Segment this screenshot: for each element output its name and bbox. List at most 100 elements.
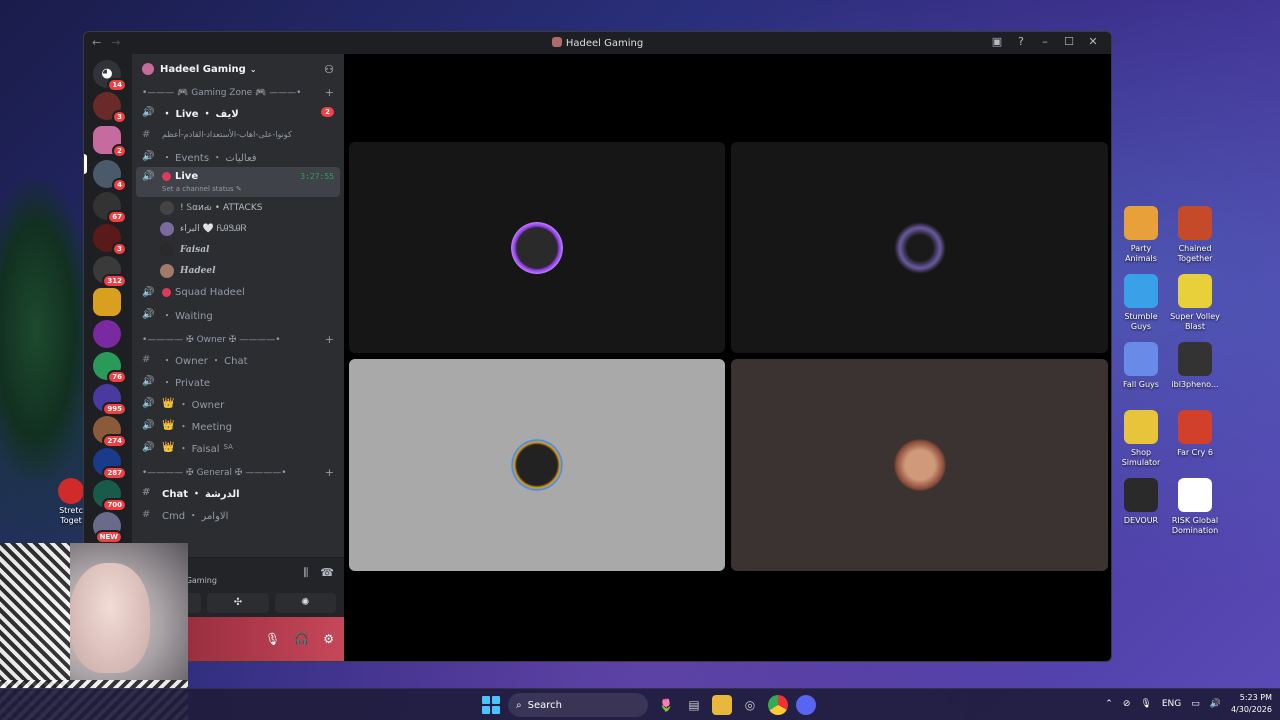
- desktop-icon[interactable]: Fall Guys: [1116, 342, 1166, 404]
- participant-tile[interactable]: [349, 359, 725, 571]
- maximize-button[interactable]: ☐: [1057, 35, 1081, 48]
- server-icon-11[interactable]: 274: [93, 416, 127, 448]
- widgets-icon[interactable]: 🌷: [656, 695, 676, 715]
- server-icon-4[interactable]: 67: [93, 192, 127, 224]
- channel-events[interactable]: 🔊 ・ Events ・ فعاليات: [136, 145, 340, 167]
- participant-avatar: [893, 221, 946, 274]
- channel-waiting[interactable]: 🔊 ・ Waiting: [136, 303, 340, 325]
- channel-status[interactable]: Set a channel status ✎: [142, 185, 334, 193]
- selected-pill: [84, 154, 87, 174]
- desktop-icon-stretch[interactable]: Stretc Toget: [56, 478, 86, 526]
- date-text: 4/30/2026: [1230, 705, 1272, 714]
- channel-owner-chat[interactable]: # ・ Owner ・ Chat: [136, 348, 340, 370]
- search-icon: ⌕: [516, 699, 522, 711]
- noise-suppression-icon[interactable]: ⫼: [303, 566, 308, 580]
- channel-name: ・ Live ・ لايف: [162, 108, 239, 120]
- server-icon-12[interactable]: 287: [93, 448, 127, 480]
- taskbar-search[interactable]: ⌕ Search: [508, 693, 648, 717]
- channel-squad[interactable]: 🔊 Squad Hadeel: [136, 281, 340, 303]
- app-icon: [1178, 410, 1212, 444]
- display-icon[interactable]: ▭: [1191, 699, 1200, 709]
- add-channel-icon[interactable]: +: [325, 333, 334, 346]
- channel-private[interactable]: 🔊 ・ Private: [136, 370, 340, 392]
- voice-user[interactable]: Hadeel: [132, 260, 344, 281]
- participant-tile[interactable]: [731, 142, 1108, 353]
- headphones-icon[interactable]: 🎧: [294, 632, 309, 646]
- file-explorer-icon[interactable]: [712, 695, 732, 715]
- voice-user[interactable]: البراء 🤍 ᏲᎯᏕᎯᏒ: [132, 218, 344, 239]
- soundboard-icon[interactable]: ✺: [274, 593, 336, 613]
- activities-icon[interactable]: ✣: [207, 593, 269, 613]
- channel-live-voice[interactable]: 🔊 Live 3:27:55 Set a channel status ✎: [136, 167, 340, 197]
- desktop-icon[interactable]: RISK Global Domination: [1170, 478, 1220, 540]
- add-channel-icon[interactable]: +: [325, 86, 334, 99]
- call-timer: 3:27:55: [300, 171, 334, 181]
- add-channel-icon[interactable]: +: [325, 466, 334, 479]
- server-icon-1[interactable]: 3: [93, 92, 127, 124]
- microphone-tray-icon[interactable]: 🎙: [1140, 699, 1151, 709]
- language-indicator[interactable]: ENG: [1162, 699, 1181, 709]
- desktop-icon[interactable]: Chained Together: [1170, 206, 1220, 268]
- microphone-icon[interactable]: 🎙: [265, 632, 280, 646]
- unread-badge: 67: [107, 210, 127, 224]
- category-gaming-zone[interactable]: •——— 🎮 Gaming Zone 🎮 ———• +: [132, 84, 344, 101]
- unread-badge: 14: [107, 78, 127, 92]
- channel-name: ・ Meeting: [178, 421, 232, 433]
- voice-user[interactable]: Faisal: [132, 239, 344, 260]
- channel-owner-voice[interactable]: 🔊 👑 ・ Owner: [136, 392, 340, 414]
- channel-cmd[interactable]: # Cmd ・ الاوامر: [136, 503, 340, 525]
- category-owner[interactable]: •———— ✠ Owner ✠ ————• +: [132, 331, 344, 348]
- speaker-icon: 🔊: [142, 106, 155, 118]
- server-icon-14[interactable]: NEW: [93, 512, 123, 544]
- windows-start-icon[interactable]: [482, 696, 500, 714]
- server-icon-7[interactable]: [93, 288, 121, 316]
- app-icon: [1124, 478, 1158, 512]
- steam-icon[interactable]: ◎: [740, 695, 760, 715]
- participant-avatar: [893, 439, 946, 491]
- desktop-icon[interactable]: Stumble Guys: [1116, 274, 1166, 336]
- desktop-icon[interactable]: Super Volley Blast: [1170, 274, 1220, 336]
- disconnect-icon[interactable]: ☎: [320, 566, 334, 580]
- server-icon-6[interactable]: 312: [93, 256, 127, 288]
- discord-taskbar-icon[interactable]: [796, 695, 816, 715]
- server-icon-10[interactable]: 995: [93, 384, 127, 416]
- minimize-button[interactable]: –: [1033, 35, 1057, 48]
- chevron-up-icon[interactable]: ⌃: [1105, 699, 1113, 709]
- server-header[interactable]: Hadeel Gaming ⌄ ⚇: [132, 54, 344, 84]
- close-button[interactable]: ✕: [1081, 35, 1105, 48]
- home-button[interactable]: ◕ 14: [93, 60, 127, 92]
- chrome-icon[interactable]: [768, 695, 788, 715]
- help-icon[interactable]: ?: [1009, 35, 1033, 48]
- desktop-icon[interactable]: Shop Simulator: [1116, 410, 1166, 472]
- participant-tile[interactable]: [731, 359, 1108, 571]
- desktop-icon[interactable]: ibl3pheno...: [1170, 342, 1220, 404]
- desktop-icon-label: ibl3pheno...: [1171, 380, 1219, 389]
- server-icon-13[interactable]: 700: [93, 480, 127, 512]
- add-member-icon[interactable]: ⚇: [324, 63, 334, 76]
- server-icon-hadeel[interactable]: 2: [93, 126, 127, 158]
- server-icon-3[interactable]: 4: [93, 160, 127, 192]
- hash-icon: #: [142, 353, 151, 365]
- unread-badge: 2: [112, 144, 127, 158]
- channel-live-text[interactable]: 🔊 ・ Live ・ لايف 2: [136, 101, 340, 123]
- channel-meeting[interactable]: 🔊 👑 ・ Meeting: [136, 414, 340, 436]
- voice-user[interactable]: ! Ꮪαиԃ • ATTACKS: [132, 197, 344, 218]
- gear-icon[interactable]: ⚙: [323, 632, 334, 646]
- speaker-icon: 🔊: [142, 441, 155, 453]
- desktop-icon[interactable]: DEVOUR: [1116, 478, 1166, 540]
- channel-chat[interactable]: # Chat ・ الدرشة: [136, 481, 340, 503]
- desktop-icon[interactable]: Party Animals: [1116, 206, 1166, 268]
- server-icon-5[interactable]: 3: [93, 224, 127, 256]
- volume-icon[interactable]: 🔊: [1210, 699, 1221, 709]
- category-general[interactable]: •———— ✠ General ✠ ————• +: [132, 464, 344, 481]
- server-icon-8[interactable]: [93, 320, 121, 348]
- server-icon-9[interactable]: 76: [93, 352, 127, 384]
- clock[interactable]: 5:23 PM 4/30/2026: [1231, 692, 1272, 716]
- channel-faisal[interactable]: 🔊 👑 ・ Faisal SA: [136, 436, 340, 458]
- network-icon[interactable]: ⊘: [1123, 699, 1131, 709]
- channel-rules[interactable]: # كونوا-على-اهاب-الأستعداد-القادم-أعظم: [136, 123, 340, 145]
- desktop-icon[interactable]: Far Cry 6: [1170, 410, 1220, 472]
- participant-tile[interactable]: [349, 142, 725, 353]
- task-view-icon[interactable]: ▤: [684, 695, 704, 715]
- inbox-icon[interactable]: ▣: [985, 35, 1009, 48]
